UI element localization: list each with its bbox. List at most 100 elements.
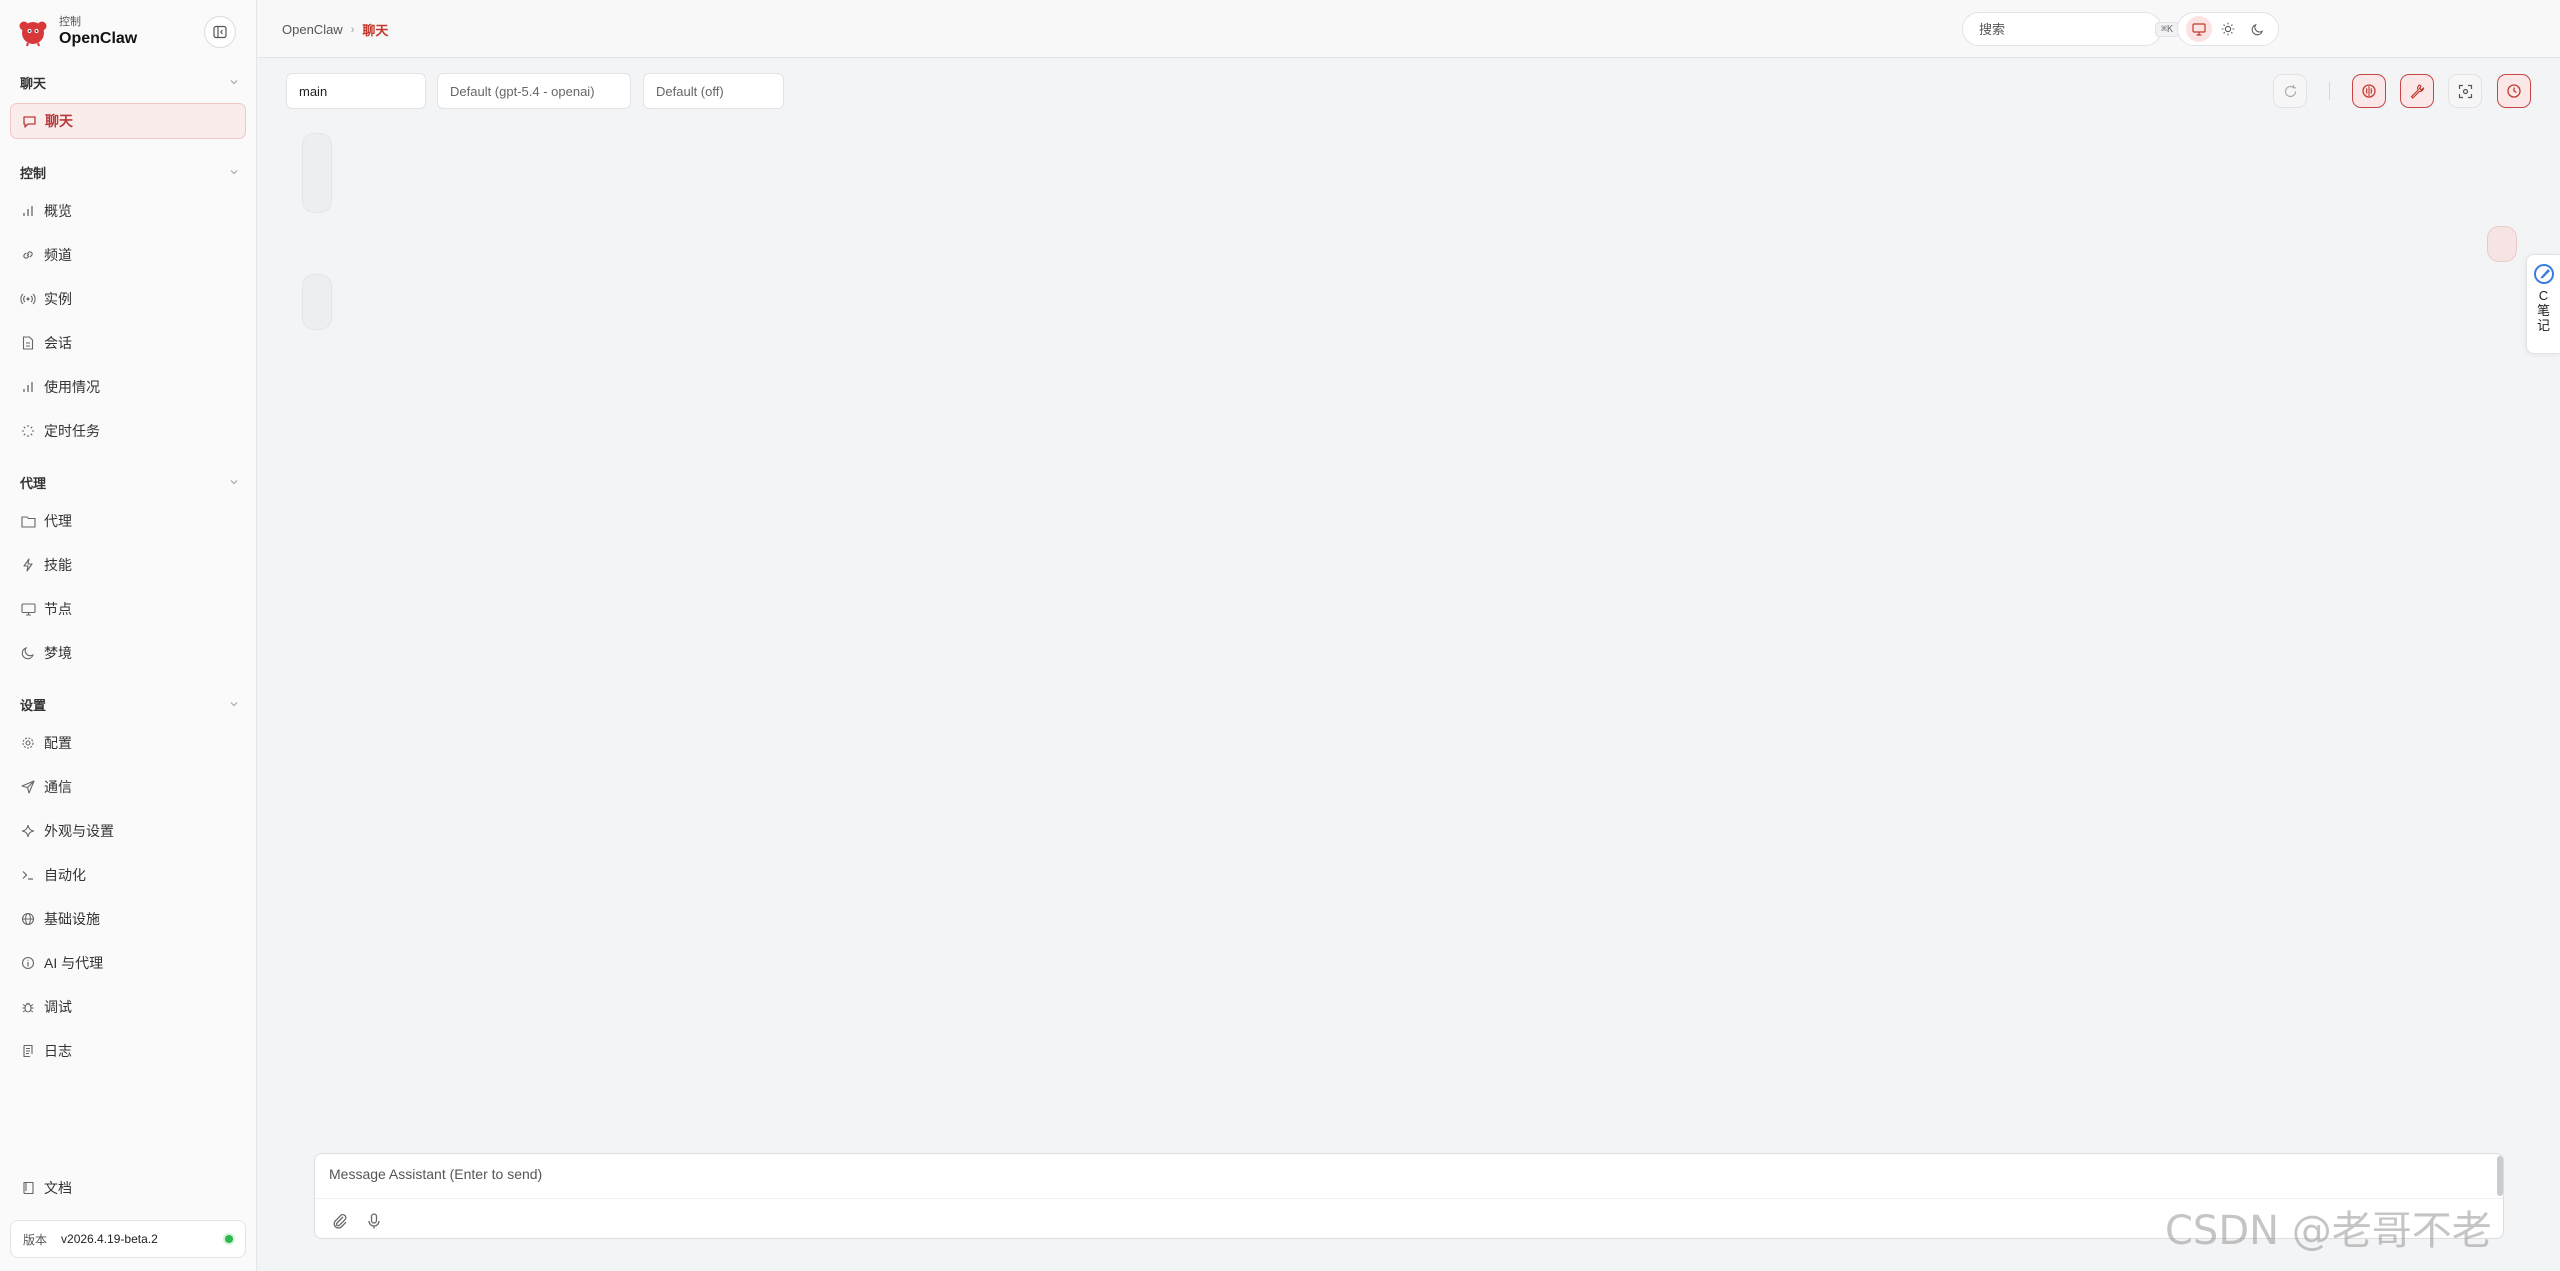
sidebar-toggle-icon xyxy=(213,25,227,39)
theme-system-button[interactable] xyxy=(2185,16,2212,42)
section-agent[interactable]: 代理 xyxy=(20,472,240,492)
sidebar-item-overview[interactable]: 概览 xyxy=(10,193,246,229)
paperclip-icon xyxy=(333,1213,347,1229)
sidebar-item-docs[interactable]: 文档 xyxy=(10,1170,246,1206)
message-skeleton xyxy=(302,133,332,213)
theme-dark-button[interactable] xyxy=(2244,16,2270,42)
sidebar-item-config[interactable]: 配置 xyxy=(10,725,246,761)
info-circle-icon xyxy=(20,955,36,971)
model-select[interactable]: Default (gpt-5.4 - openai) xyxy=(437,73,631,109)
sidebar-item-debug[interactable]: 调试 xyxy=(10,989,246,1025)
section-title: 设置 xyxy=(20,697,47,713)
breadcrumb-current: 聊天 xyxy=(362,23,389,38)
sidebar-item-label: 概览 xyxy=(44,203,72,219)
sidebar-item-dreams[interactable]: 梦境 xyxy=(10,635,246,671)
folder-icon xyxy=(20,513,36,529)
sidebar-item-label: 技能 xyxy=(44,557,72,573)
microphone-icon xyxy=(368,1213,380,1229)
sidebar-item-label: 日志 xyxy=(44,1043,72,1059)
clock-icon xyxy=(2507,84,2521,98)
sidebar-item-agents[interactable]: 代理 xyxy=(10,503,246,539)
sidebar-item-nodes[interactable]: 节点 xyxy=(10,591,246,627)
sidebar-item-label: 实例 xyxy=(44,291,72,307)
sidebar-collapse-button[interactable] xyxy=(204,16,236,48)
sidebar-item-cron[interactable]: 定时任务 xyxy=(10,413,246,449)
document-icon xyxy=(20,335,36,351)
loader-icon xyxy=(20,423,36,439)
message-input[interactable] xyxy=(329,1166,2469,1192)
search-box[interactable]: ⌘K xyxy=(1962,12,2180,46)
brand-subtitle: 控制 xyxy=(59,15,81,28)
sidebar-item-infra[interactable]: 基础设施 xyxy=(10,901,246,937)
sidebar-item-label: AI 与代理 xyxy=(44,955,104,971)
link-icon xyxy=(20,247,36,263)
chevron-down-icon xyxy=(230,702,238,707)
sidebar-item-label: 外观与设置 xyxy=(44,823,114,839)
sidebar-item-label: 自动化 xyxy=(44,867,86,883)
section-settings[interactable]: 设置 xyxy=(20,694,240,714)
sidebar-item-label: 聊天 xyxy=(45,113,73,129)
thinking-toggle-button[interactable] xyxy=(2352,74,2386,108)
session-select[interactable]: main xyxy=(286,73,426,109)
sidebar-item-label: 定时任务 xyxy=(44,423,100,439)
search-input[interactable] xyxy=(1979,21,2155,37)
openclaw-logo-icon xyxy=(19,21,47,47)
refresh-button[interactable] xyxy=(2273,74,2307,108)
breadcrumb-root[interactable]: OpenClaw xyxy=(282,22,343,37)
book-icon xyxy=(20,1180,36,1196)
breadcrumb-separator: › xyxy=(350,23,355,36)
monitor-icon xyxy=(20,601,36,617)
lightning-icon xyxy=(20,557,36,573)
moon-icon xyxy=(2251,23,2263,35)
send-icon xyxy=(20,779,36,795)
section-chat[interactable]: 聊天 xyxy=(20,72,240,92)
chevron-down-icon xyxy=(230,480,238,485)
sidebar-item-comms[interactable]: 通信 xyxy=(10,769,246,805)
sparkle-icon xyxy=(20,823,36,839)
topbar: OpenClaw › 聊天 ⌘K xyxy=(258,0,2560,58)
chevron-down-icon xyxy=(230,170,238,175)
sidebar-item-sessions[interactable]: 会话 xyxy=(10,325,246,361)
csdn-watermark: CSDN @老哥不老 xyxy=(2165,1208,2492,1254)
sidebar-item-label: 通信 xyxy=(44,779,72,795)
focus-scan-icon xyxy=(2458,84,2472,98)
radio-signal-icon xyxy=(20,291,36,307)
note-side-tab[interactable]: C笔记 xyxy=(2526,254,2560,354)
attach-button[interactable] xyxy=(331,1212,349,1230)
sun-icon xyxy=(2221,22,2235,36)
sidebar-item-appearance[interactable]: 外观与设置 xyxy=(10,813,246,849)
message-skeleton xyxy=(2487,226,2517,262)
tools-toggle-button[interactable] xyxy=(2400,74,2434,108)
sidebar-item-label: 文档 xyxy=(44,1180,72,1196)
sidebar-item-label: 基础设施 xyxy=(44,911,100,927)
sidebar-item-instances[interactable]: 实例 xyxy=(10,281,246,317)
voice-input-button[interactable] xyxy=(365,1212,383,1230)
focus-mode-button[interactable] xyxy=(2448,74,2482,108)
brain-icon xyxy=(2362,84,2376,98)
message-skeleton xyxy=(302,274,332,330)
sidebar-item-ai-agents[interactable]: AI 与代理 xyxy=(10,945,246,981)
history-button[interactable] xyxy=(2497,74,2531,108)
moon-icon xyxy=(20,645,36,661)
status-dot-icon xyxy=(225,1235,233,1243)
sidebar-item-label: 频道 xyxy=(44,247,72,263)
note-tab-label: C笔记 xyxy=(2536,288,2550,333)
sidebar-item-automation[interactable]: 自动化 xyxy=(10,857,246,893)
sidebar-item-label: 会话 xyxy=(44,335,72,351)
sidebar-item-chat[interactable]: 聊天 xyxy=(10,103,246,139)
sidebar-item-usage[interactable]: 使用情况 xyxy=(10,369,246,405)
sidebar-item-logs[interactable]: 日志 xyxy=(10,1033,246,1069)
sidebar-item-skills[interactable]: 技能 xyxy=(10,547,246,583)
version-card: 版本 v2026.4.19-beta.2 xyxy=(10,1220,246,1258)
sidebar-item-label: 节点 xyxy=(44,601,72,617)
terminal-icon xyxy=(20,867,36,883)
section-title: 聊天 xyxy=(20,75,47,91)
bar-chart-icon xyxy=(20,379,36,395)
section-control[interactable]: 控制 xyxy=(20,162,240,182)
theme-light-button[interactable] xyxy=(2215,16,2241,42)
brand[interactable]: 控制 OpenClaw xyxy=(18,14,137,50)
thinking-select[interactable]: Default (off) xyxy=(643,73,784,109)
sidebar-item-channels[interactable]: 频道 xyxy=(10,237,246,273)
section-title: 控制 xyxy=(20,165,47,181)
composer-scrollbar[interactable] xyxy=(2497,1156,2503,1196)
